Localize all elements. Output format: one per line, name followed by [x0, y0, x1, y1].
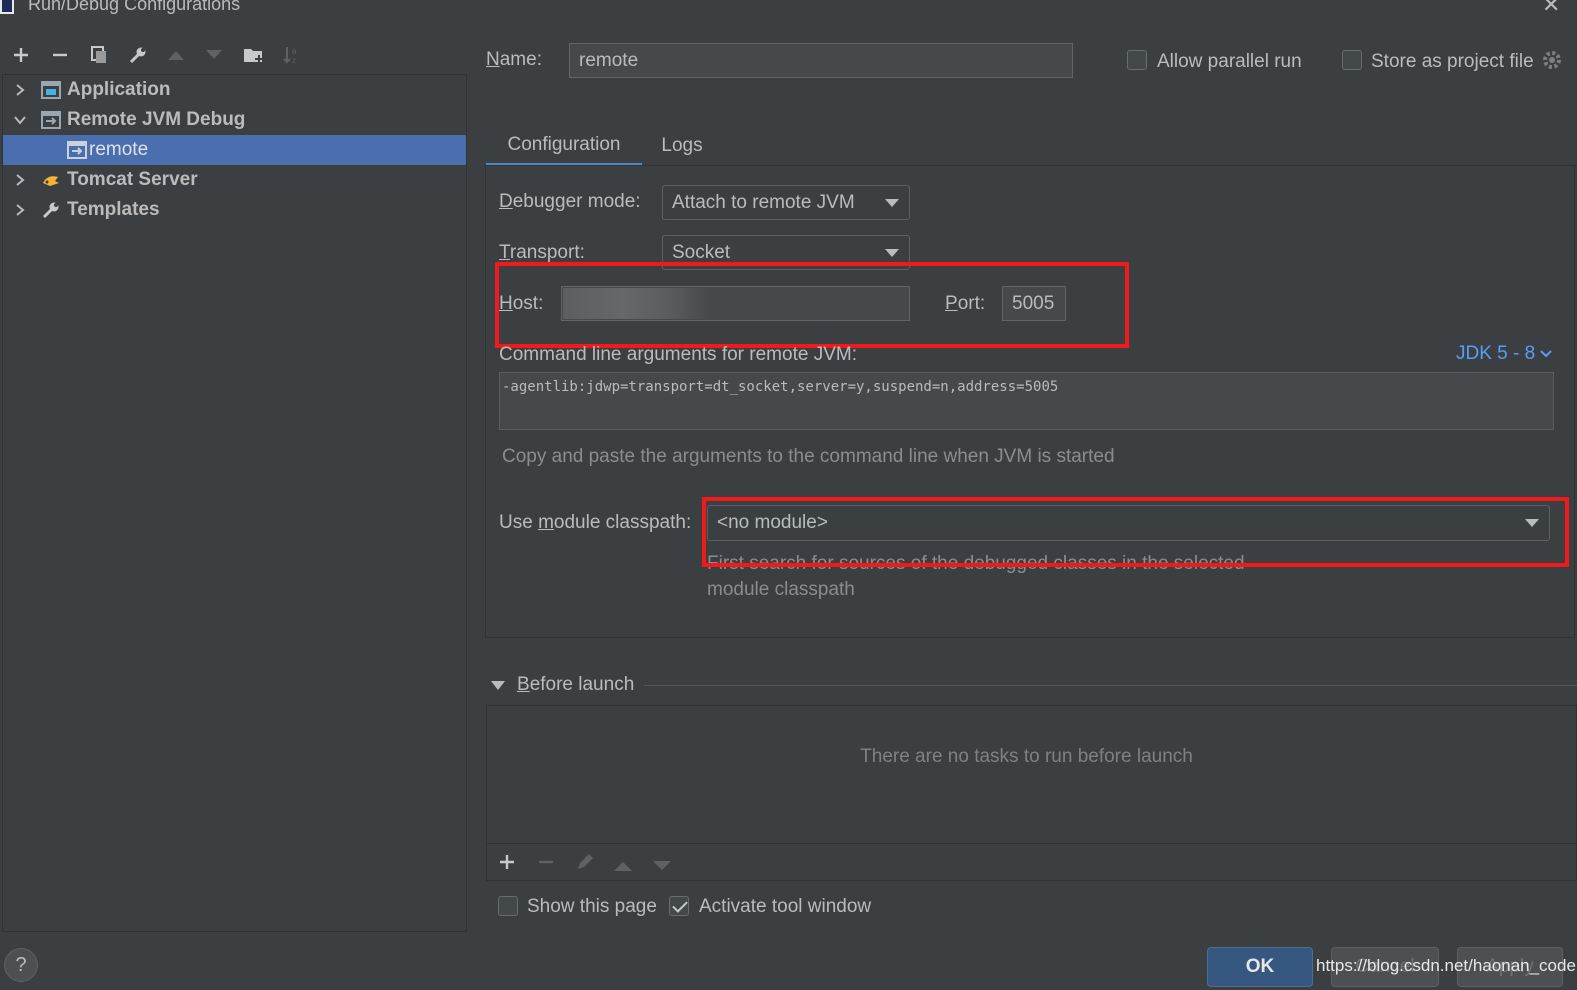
allow-parallel-checkbox[interactable] [1127, 50, 1147, 70]
before-launch-empty-text: There are no tasks to run before launch [860, 746, 1193, 767]
module-hint-line2: module classpath [707, 579, 855, 600]
name-field[interactable] [569, 43, 1073, 78]
add-icon[interactable] [8, 42, 34, 68]
tree-item-label: Templates [67, 199, 160, 220]
ok-button[interactable]: OK [1207, 947, 1313, 987]
store-project-checkbox[interactable] [1342, 50, 1362, 70]
jdk-version-link[interactable]: JDK 5 - 8 [1456, 343, 1553, 365]
move-up-icon[interactable] [163, 42, 189, 68]
copy-icon[interactable] [86, 42, 112, 68]
before-launch-panel [486, 705, 1577, 881]
tree-item-label: Remote JVM Debug [67, 109, 246, 130]
tree-item-remote[interactable]: remote [3, 135, 466, 165]
store-project-label[interactable]: Store as project file [1371, 51, 1534, 73]
tree-item-tomcat-server[interactable]: Tomcat Server [3, 165, 466, 195]
tab-logs[interactable]: Logs [650, 126, 714, 166]
highlight-module-classpath [702, 497, 1569, 567]
before-launch-toolbar-divider [486, 843, 1577, 844]
name-label: Name: [486, 49, 542, 70]
before-launch-separator [644, 685, 1577, 686]
move-task-down-icon[interactable] [652, 856, 672, 878]
tree-item-label: Tomcat Server [67, 169, 198, 190]
show-page-label[interactable]: Show this page [527, 896, 657, 918]
gear-icon[interactable] [1541, 49, 1563, 77]
configuration-tree: Application Remote JVM Debug remote Tomc… [2, 74, 467, 932]
transport-label: Transport: [499, 242, 585, 263]
transport-value: Socket [672, 241, 731, 263]
cmd-args-label: Command line arguments for remote JVM: [499, 344, 857, 365]
wrench-icon[interactable] [125, 42, 151, 68]
cmd-args-hint: Copy and paste the arguments to the comm… [502, 446, 1115, 467]
activate-tool-label[interactable]: Activate tool window [699, 896, 871, 918]
tree-item-application[interactable]: Application [3, 75, 466, 105]
move-task-up-icon[interactable] [613, 856, 633, 878]
chevron-down-icon[interactable] [13, 113, 27, 127]
wrench-icon [42, 202, 59, 219]
title-bar: Run/Debug Configurations ✕ [0, 0, 1577, 18]
debugger-mode-select[interactable]: Attach to remote JVM [662, 185, 910, 220]
tree-item-templates[interactable]: Templates [3, 195, 466, 225]
application-icon [41, 81, 61, 99]
chevron-down-icon [1540, 350, 1552, 358]
remote-config-icon [67, 141, 87, 159]
debugger-mode-label: Debugger mode: [499, 191, 641, 212]
sort-icon[interactable]: az [279, 42, 305, 68]
tree-item-label: remote [89, 139, 149, 160]
chevron-down-icon [885, 198, 899, 207]
add-task-icon[interactable] [497, 852, 517, 878]
allow-parallel-label[interactable]: Allow parallel run [1157, 51, 1302, 73]
svg-text:a: a [292, 47, 297, 56]
tomcat-icon [43, 176, 59, 186]
move-down-icon[interactable] [201, 42, 227, 68]
collapse-triangle-icon[interactable] [491, 681, 505, 690]
chevron-down-icon [885, 248, 899, 257]
remote-debug-icon [41, 111, 61, 129]
module-classpath-label: Use module classpath: [499, 512, 692, 533]
tree-item-label: Application [67, 79, 171, 100]
chevron-right-icon[interactable] [13, 203, 27, 217]
tree-item-remote-jvm-debug[interactable]: Remote JVM Debug [3, 105, 466, 135]
highlight-host-port [495, 262, 1129, 348]
new-folder-icon[interactable] [241, 42, 267, 68]
intellij-logo-icon [0, 0, 14, 14]
tab-configuration[interactable]: Configuration [486, 126, 642, 166]
edit-task-icon[interactable] [574, 851, 596, 879]
close-icon[interactable]: ✕ [1542, 0, 1560, 18]
help-icon[interactable]: ? [4, 948, 38, 982]
activate-tool-checkbox[interactable] [669, 896, 689, 916]
jdk-version-label: JDK 5 - 8 [1456, 343, 1536, 364]
chevron-right-icon[interactable] [13, 173, 27, 187]
remove-task-icon[interactable] [536, 852, 556, 878]
before-launch-title[interactable]: Before launch [517, 674, 634, 696]
csdn-watermark: https://blog.csdn.net/haonan_code [1316, 956, 1576, 975]
remove-icon[interactable] [47, 42, 73, 68]
chevron-right-icon[interactable] [13, 83, 27, 97]
cmd-args-field[interactable]: -agentlib:jdwp=transport=dt_socket,serve… [499, 372, 1554, 430]
window-title: Run/Debug Configurations [28, 0, 241, 14]
svg-text:z: z [292, 56, 296, 65]
show-page-checkbox[interactable] [498, 896, 518, 916]
debugger-mode-value: Attach to remote JVM [672, 191, 855, 213]
